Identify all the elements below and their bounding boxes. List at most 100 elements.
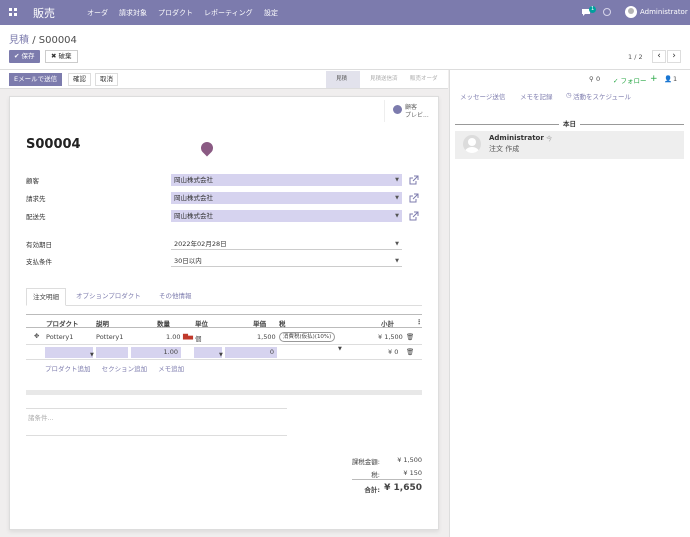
edit-description-input[interactable] — [96, 347, 128, 358]
col-unit-price[interactable]: 単価 — [253, 318, 266, 328]
payment-terms-value: 30日以内 — [174, 257, 202, 265]
follow-button[interactable]: ✓ フォロー — [613, 75, 647, 85]
control-panel: 見積 / S00004 ✔ 保存 ✖ 破棄 1 / 2 ‹ › — [0, 25, 690, 70]
activity-clock-icon[interactable] — [603, 8, 611, 16]
line-uom[interactable]: 個 — [195, 333, 202, 343]
message-time: - 今 — [542, 136, 553, 143]
add-product-link[interactable]: プロダクト追加 — [45, 365, 91, 373]
followers-icon[interactable]: 👤 — [664, 75, 672, 83]
confirm-button[interactable]: 確認 — [68, 73, 91, 86]
table-row[interactable]: ✥ Pottery1 Pottery1 1.00 ▆▄ 個 1,500 消費税(… — [26, 330, 422, 345]
breadcrumb-separator: / — [32, 35, 36, 46]
chevron-down-icon[interactable]: ▼ — [338, 346, 342, 352]
smart-button-line2: プレビ... — [405, 112, 429, 119]
add-note-link[interactable]: メモ追加 — [158, 365, 184, 373]
menu-to-invoice[interactable]: 請求対象 — [119, 8, 147, 18]
delivery-address-value: 岡山株式会社 — [174, 212, 213, 220]
chevron-down-icon[interactable]: ▼ — [395, 174, 399, 186]
chat-badge: 1 — [589, 6, 597, 13]
line-description[interactable]: Pottery1 — [96, 333, 123, 341]
author-avatar — [463, 135, 481, 153]
stage-sales-order[interactable]: 販売オーダ — [400, 71, 446, 88]
pager-value[interactable]: 1 / 2 — [628, 53, 643, 61]
top-navbar: 販売 オーダ 請求対象 プロダクト レポーティング 設定 1 Administr… — [0, 0, 690, 25]
followers-count[interactable]: 1 — [673, 75, 677, 83]
delete-icon[interactable]: 🗑 — [406, 348, 414, 356]
tab-other-info[interactable]: その他情報 — [153, 288, 198, 306]
app-grid-icon[interactable] — [9, 8, 18, 17]
breadcrumb-current: S00004 — [38, 35, 77, 46]
line-quantity[interactable]: 1.00 — [166, 333, 180, 341]
col-product[interactable]: プロダクト — [46, 318, 79, 328]
external-link-icon[interactable] — [409, 211, 419, 221]
delete-icon[interactable]: 🗑 — [406, 333, 414, 341]
invoice-address-value: 岡山株式会社 — [174, 194, 213, 202]
column-options-icon[interactable]: ⋮ — [416, 318, 423, 326]
add-follower-icon[interactable]: + — [650, 74, 658, 84]
add-section-link[interactable]: セクション追加 — [102, 365, 148, 373]
external-link-icon[interactable] — [409, 193, 419, 203]
send-email-button[interactable]: Eメールで送信 — [9, 73, 63, 86]
col-description[interactable]: 説明 — [96, 318, 109, 328]
schedule-activity-clock-icon[interactable]: ◷ — [566, 91, 572, 99]
app-name[interactable]: 販売 — [33, 5, 55, 21]
tab-optional-products[interactable]: オプションプロダクト — [70, 288, 147, 306]
send-message-link[interactable]: メッセージ送信 — [460, 91, 505, 101]
line-product[interactable]: Pottery1 — [46, 333, 73, 341]
total-label: 合計: — [364, 486, 380, 494]
line-unit-price[interactable]: 1,500 — [257, 333, 276, 341]
chevron-down-icon[interactable]: ▼ — [395, 210, 399, 222]
table-row-editing[interactable]: ▼ 1.00 ▼ 0 ▼ ¥ 0 🗑 — [26, 345, 422, 360]
invoice-address-field[interactable]: 岡山株式会社 ▼ — [171, 192, 402, 204]
save-button[interactable]: ✔ 保存 — [9, 50, 40, 63]
chevron-down-icon[interactable]: ▼ — [395, 192, 399, 204]
menu-settings[interactable]: 設定 — [264, 8, 278, 18]
schedule-activity-link[interactable]: 活動をスケジュール — [573, 91, 631, 101]
payment-terms-field[interactable]: 30日以内 ▼ — [171, 255, 402, 267]
menu-products[interactable]: プロダクト — [158, 8, 193, 18]
record-title: S00004 — [26, 137, 81, 152]
attachment-count[interactable]: 0 — [596, 75, 600, 83]
stage-quotation-sent[interactable]: 見積送信済 — [360, 71, 400, 88]
paperclip-icon[interactable]: ⚲ — [589, 75, 594, 83]
edit-quantity-input[interactable]: 1.00 — [131, 347, 181, 358]
validity-field[interactable]: 2022年02月28日 ▼ — [171, 238, 402, 250]
drag-handle-icon[interactable]: ✥ — [34, 332, 39, 340]
date-separator-today: 本日 — [559, 118, 580, 128]
col-uom[interactable]: 単位 — [195, 318, 208, 328]
user-avatar[interactable] — [625, 6, 637, 18]
breadcrumb-parent[interactable]: 見積 — [9, 35, 29, 46]
tab-order-lines[interactable]: 注文明細 — [26, 288, 66, 306]
col-subtotal[interactable]: 小計 — [381, 318, 394, 328]
cancel-button[interactable]: 取消 — [95, 73, 118, 86]
globe-icon — [393, 105, 402, 114]
chevron-down-icon[interactable]: ▼ — [395, 238, 399, 250]
pager-prev-button[interactable]: ‹ — [652, 50, 666, 63]
menu-orders[interactable]: オーダ — [87, 8, 108, 18]
edit-product-input[interactable]: ▼ — [45, 347, 94, 358]
chatter-message[interactable]: Administrator - 今 注文 作成 — [455, 131, 684, 159]
status-bar: Eメールで送信 確認 取消 見積 見積送信済 販売オーダ — [0, 70, 448, 89]
forecast-chart-icon[interactable]: ▆▄ — [183, 332, 193, 340]
edit-price-input[interactable]: 0 — [225, 347, 277, 358]
discard-button[interactable]: ✖ 破棄 — [45, 50, 78, 63]
stage-quotation[interactable]: 見積 — [326, 71, 360, 88]
col-quantity[interactable]: 数量 — [157, 318, 170, 328]
total-value: ¥ 1,650 — [384, 483, 422, 493]
delivery-address-field[interactable]: 岡山株式会社 ▼ — [171, 210, 402, 222]
pager-next-button[interactable]: › — [667, 50, 681, 63]
delivery-address-label: 配送先 — [26, 213, 46, 221]
line-tax-tag[interactable]: 消費税(仮払)(10%) — [279, 332, 336, 342]
untaxed-value: ¥ 1,500 — [397, 456, 422, 464]
col-taxes[interactable]: 税 — [279, 318, 286, 328]
customer-field[interactable]: 岡山株式会社 ▼ — [171, 174, 402, 186]
edit-uom-input[interactable]: ▼ — [194, 347, 223, 358]
chevron-down-icon[interactable]: ▼ — [395, 255, 399, 267]
message-author[interactable]: Administrator — [489, 134, 544, 142]
external-link-icon[interactable] — [409, 175, 419, 185]
user-menu[interactable]: Administrator — [640, 8, 688, 16]
menu-reporting[interactable]: レポーティング — [204, 8, 253, 18]
log-note-link[interactable]: メモを記録 — [520, 91, 553, 101]
customer-preview-button[interactable]: 顧客 プレビ... — [384, 100, 439, 122]
terms-field[interactable]: 諸条件... — [26, 408, 287, 436]
